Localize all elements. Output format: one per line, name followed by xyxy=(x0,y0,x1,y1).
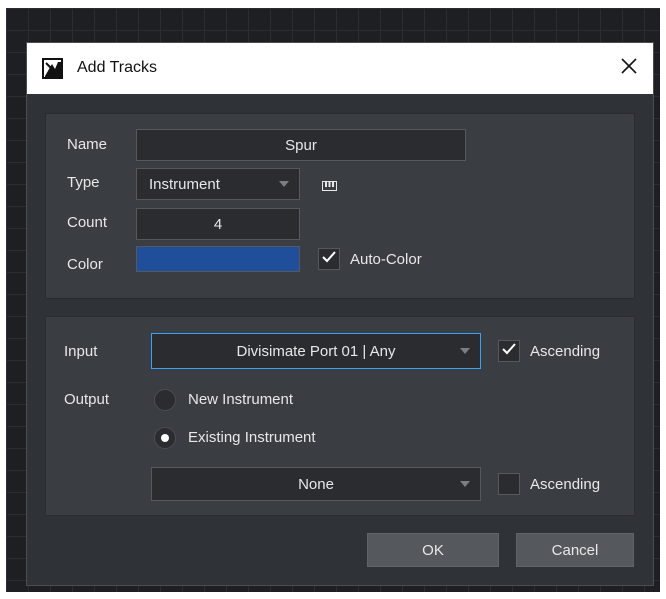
name-input[interactable]: Spur xyxy=(136,129,466,161)
chevron-down-icon xyxy=(460,481,470,487)
output-label: Output xyxy=(64,391,110,408)
new-instrument-radio[interactable] xyxy=(154,389,176,411)
close-button[interactable] xyxy=(611,51,647,85)
add-tracks-icon xyxy=(42,58,63,79)
dialog-title: Add Tracks xyxy=(77,59,158,76)
color-swatch[interactable] xyxy=(136,246,300,272)
output-ascending-checkbox[interactable] xyxy=(498,473,520,495)
close-icon xyxy=(621,57,637,79)
name-label: Name xyxy=(67,136,108,153)
instrument-select-value: None xyxy=(298,475,334,493)
input-select-value: Divisimate Port 01 | Any xyxy=(236,342,396,360)
type-label: Type xyxy=(67,174,100,191)
auto-color-label: Auto-Color xyxy=(350,251,422,268)
auto-color-checkbox[interactable] xyxy=(318,248,340,270)
input-label: Input xyxy=(64,343,98,360)
existing-instrument-label: Existing Instrument xyxy=(188,429,316,446)
type-select-value: Instrument xyxy=(149,175,220,193)
input-select[interactable]: Divisimate Port 01 | Any xyxy=(151,333,481,369)
add-tracks-dialog: Add Tracks Name Spur Type Instrument Cou… xyxy=(26,42,654,586)
count-label: Count xyxy=(67,214,108,231)
color-label: Color xyxy=(67,256,103,273)
chevron-down-icon xyxy=(460,348,470,354)
existing-instrument-radio[interactable] xyxy=(154,427,176,449)
routing-panel: Input Divisimate Port 01 | Any Ascending… xyxy=(45,316,635,516)
keyboard-icon xyxy=(322,178,337,196)
radio-selected-dot xyxy=(161,434,169,442)
count-input[interactable]: 4 xyxy=(136,208,300,240)
input-ascending-checkbox[interactable] xyxy=(498,340,520,362)
track-settings-panel: Name Spur Type Instrument Count 4 Color … xyxy=(45,113,635,299)
instrument-select[interactable]: None xyxy=(151,467,481,501)
checkmark-icon xyxy=(322,250,336,268)
chevron-down-icon xyxy=(279,181,289,187)
dialog-titlebar: Add Tracks xyxy=(27,43,653,94)
new-instrument-label: New Instrument xyxy=(188,391,294,408)
cancel-button[interactable]: Cancel xyxy=(516,533,634,567)
type-select[interactable]: Instrument xyxy=(136,168,300,200)
output-ascending-label: Ascending xyxy=(530,476,601,493)
ok-button[interactable]: OK xyxy=(367,533,499,567)
input-ascending-label: Ascending xyxy=(530,343,601,360)
checkmark-icon xyxy=(502,342,516,360)
